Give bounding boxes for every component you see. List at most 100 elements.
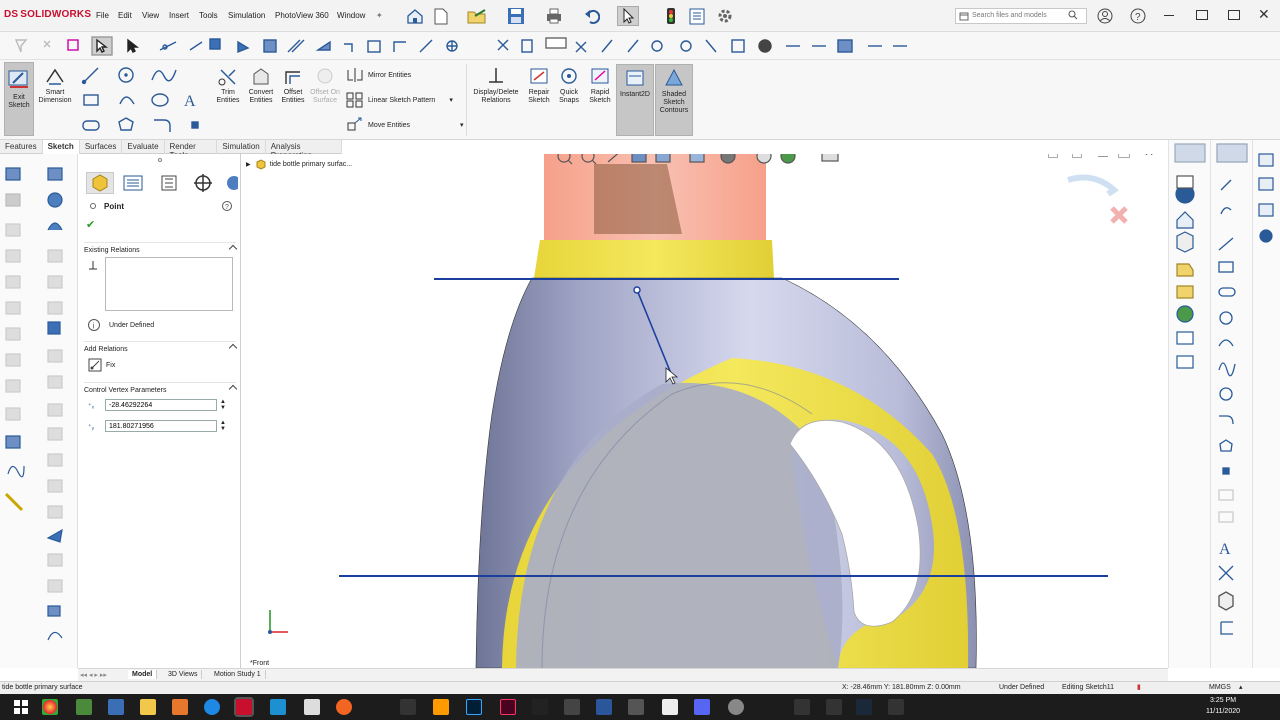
sketch-entities-grid[interactable]: A	[80, 64, 208, 136]
rebuild-icon[interactable]	[660, 6, 682, 26]
indesign-icon[interactable]	[500, 699, 516, 715]
existing-relations-header[interactable]: Existing Relations	[84, 242, 238, 256]
home-icon[interactable]	[404, 6, 426, 26]
app-icon-dark[interactable]	[400, 699, 416, 715]
status-units[interactable]: MMGS	[1209, 684, 1231, 691]
units-dropdown-icon[interactable]: ▴	[1239, 683, 1243, 691]
cancel-corner-icon[interactable]	[1110, 206, 1128, 224]
restore-icon[interactable]	[1196, 10, 1208, 20]
open-folder-icon[interactable]	[466, 6, 488, 26]
move-entities-button[interactable]: Move Entities ▾	[346, 117, 464, 133]
pin-icon[interactable]: ✦	[376, 11, 383, 20]
solidworks-taskbar-icon[interactable]	[234, 697, 254, 717]
help-icon[interactable]: ?	[222, 201, 232, 213]
app-icon-c[interactable]	[270, 699, 286, 715]
help-icon[interactable]: ?	[1130, 8, 1146, 26]
x-spin-buttons[interactable]: ▲ ▼	[220, 399, 226, 411]
property-manager-tab-icon[interactable]	[122, 174, 144, 194]
minimize-icon[interactable]	[1164, 15, 1174, 16]
configuration-manager-icon[interactable]	[158, 174, 180, 194]
windows-start-icon[interactable]	[14, 700, 28, 714]
tab-features[interactable]: Features	[0, 140, 43, 154]
instant2d-button[interactable]: Instant2D	[616, 64, 654, 136]
control-vertex-header[interactable]: Control Vertex Parameters	[84, 382, 238, 396]
sketch-tool-icons[interactable]: A	[1211, 140, 1253, 668]
view-tool-icons[interactable]	[1169, 140, 1211, 668]
y-coordinate-input[interactable]	[105, 420, 217, 432]
app-icon-green[interactable]	[76, 699, 92, 715]
file-explorer-icon[interactable]	[140, 699, 156, 715]
taskbar-time[interactable]: 3:25 PM	[1210, 697, 1236, 704]
app-icon-orange[interactable]	[172, 699, 188, 715]
existing-relations-list[interactable]	[105, 257, 233, 311]
tab-evaluate[interactable]: Evaluate	[122, 140, 165, 154]
mirror-entities-button[interactable]: Mirror Entities	[346, 68, 411, 82]
app-icon-o[interactable]	[336, 699, 352, 715]
tab-render-tools[interactable]: Render Tools	[165, 140, 218, 160]
photoshop-icon[interactable]	[466, 699, 482, 715]
linear-sketch-pattern-button[interactable]: Linear Sketch Pattern ▾	[346, 92, 453, 108]
y-spin-buttons[interactable]: ▲ ▼	[220, 420, 226, 432]
menu-simulation[interactable]: Simulation	[228, 11, 265, 20]
bottle-model[interactable]	[242, 154, 1168, 668]
app-icon-grey[interactable]	[304, 699, 320, 715]
exit-sketch-button[interactable]: Exit Sketch	[4, 62, 34, 136]
display-delete-relations-button[interactable]: Display/Delete Relations	[470, 66, 522, 105]
convert-entities-button[interactable]: Convert Entities	[245, 66, 277, 105]
viewport-restore-icon[interactable]	[1118, 154, 1130, 158]
ok-checkmark-icon[interactable]: ✔	[86, 218, 95, 231]
tab-model[interactable]: Model	[128, 670, 158, 679]
task-pane-icons[interactable]	[1253, 140, 1280, 668]
add-relations-header[interactable]: Add Relations	[84, 341, 238, 355]
app-icon-m[interactable]	[794, 699, 810, 715]
tab-3d-views[interactable]: 3D Views	[164, 670, 203, 679]
menu-insert[interactable]: Insert	[169, 11, 189, 20]
trim-entities-button[interactable]: Trim Entities	[213, 66, 243, 105]
app-icon-text[interactable]	[826, 699, 842, 715]
calculator-icon[interactable]	[108, 699, 124, 715]
smart-dimension-button[interactable]: Smart Dimension	[36, 66, 74, 105]
tab-surfaces[interactable]: Surfaces	[80, 140, 123, 154]
rebuild-status-icon[interactable]: ▮	[1137, 683, 1141, 691]
dimxpert-icon[interactable]	[192, 174, 214, 194]
solidworks-logo[interactable]: DS SOLIDWORKS	[4, 9, 91, 20]
tab-motion-study[interactable]: Motion Study 1	[210, 670, 266, 679]
taskbar-date[interactable]: 11/11/2020	[1206, 708, 1240, 715]
tree-item[interactable]: ▶ tide bottle primary surfac...	[246, 158, 352, 170]
search-input[interactable]: Search files and models	[955, 8, 1087, 24]
feature-manager-tab[interactable]	[86, 172, 114, 194]
app-icon-box[interactable]	[564, 699, 580, 715]
discord-icon[interactable]	[694, 699, 710, 715]
offset-entities-button[interactable]: Offset Entities	[279, 66, 307, 105]
tab-analysis-preparation[interactable]: Analysis Preparation	[266, 140, 342, 160]
steam-icon[interactable]	[856, 699, 872, 715]
illustrator-icon[interactable]	[433, 699, 449, 715]
tab-sketch[interactable]: Sketch	[42, 140, 80, 154]
feature-tool-icons[interactable]	[0, 154, 78, 668]
menu-tools[interactable]: Tools	[199, 11, 218, 20]
app-icon-blue[interactable]	[204, 699, 220, 715]
quick-snaps-button[interactable]: Quick Snaps	[556, 66, 582, 105]
viewport-close-icon[interactable]: ✕	[1144, 154, 1154, 159]
chrome-icon[interactable]	[42, 699, 58, 715]
menu-file[interactable]: File	[96, 11, 109, 20]
exit-sketch-corner-icon[interactable]	[1067, 174, 1119, 197]
app-icon-grid[interactable]	[628, 699, 644, 715]
app-icon-circle[interactable]	[728, 699, 744, 715]
print-icon[interactable]	[543, 6, 565, 26]
shaded-sketch-contours-button[interactable]: Shaded Sketch Contours	[655, 64, 693, 136]
confirmation-corner[interactable]	[1064, 172, 1136, 228]
heads-up-view-toolbar[interactable]	[552, 154, 862, 170]
app-icon-last[interactable]	[888, 699, 904, 715]
app-icon-image[interactable]	[662, 699, 678, 715]
display-manager-icon[interactable]	[224, 174, 241, 194]
offset-on-surface-button[interactable]: Offset On Surface	[310, 66, 340, 105]
repair-sketch-button[interactable]: Repair Sketch	[526, 66, 552, 105]
save-icon[interactable]	[505, 6, 527, 26]
fix-relation-button[interactable]: Fix	[88, 358, 115, 372]
user-account-icon[interactable]	[1097, 8, 1113, 26]
tab-simulation[interactable]: Simulation	[217, 140, 266, 154]
viewport-split-icon[interactable]	[1072, 154, 1082, 158]
undo-icon[interactable]	[581, 6, 603, 26]
close-icon[interactable]: ✕	[1258, 6, 1270, 23]
